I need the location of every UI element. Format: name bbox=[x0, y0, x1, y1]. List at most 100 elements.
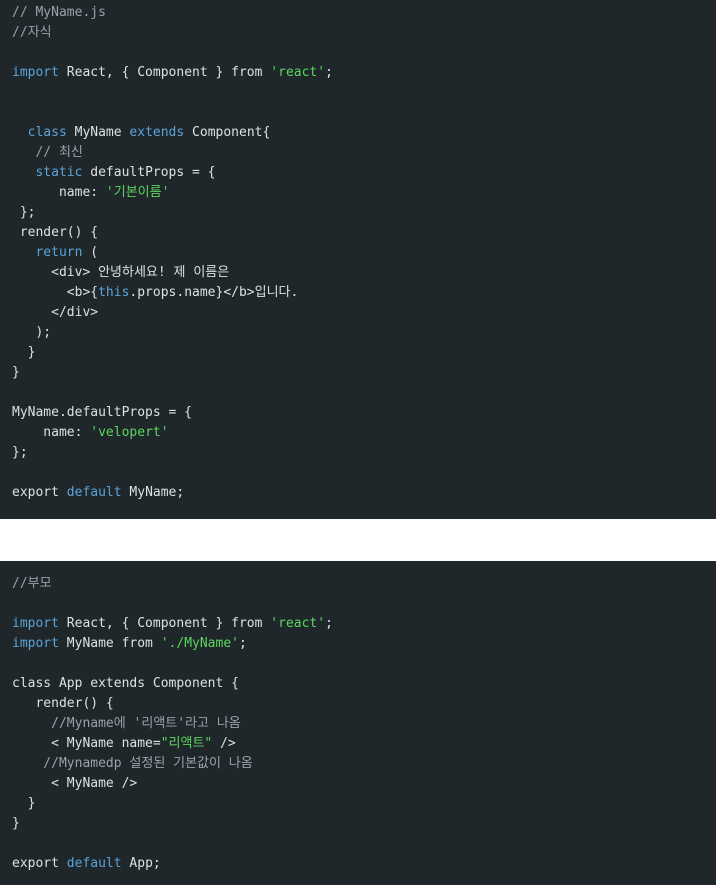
code-line: } bbox=[12, 794, 716, 814]
code-token-plain: class App extends Component { bbox=[12, 676, 239, 691]
code-token-plain: name: bbox=[12, 185, 106, 200]
code-line: //Mynamedp 설정된 기본값이 나옴 bbox=[12, 754, 716, 774]
code-token-plain: ; bbox=[325, 616, 333, 631]
code-line: } bbox=[12, 814, 716, 834]
code-token-comment: // 최신 bbox=[12, 145, 83, 160]
code-line: //부모 bbox=[12, 574, 716, 594]
code-token-comment: //Myname에 '리액트'라고 나옴 bbox=[12, 716, 241, 731]
code-token-plain: } bbox=[12, 796, 36, 811]
code-token-plain: ; bbox=[239, 636, 247, 651]
code-token-string: './MyName' bbox=[160, 636, 239, 651]
code-token-comment: // MyName.js bbox=[12, 5, 106, 20]
child-code-block: // MyName.js //자식 import React, { Componen… bbox=[0, 0, 716, 519]
code-token-plain: MyName from bbox=[58, 636, 161, 651]
code-token-plain: </div> bbox=[12, 305, 99, 320]
code-line: render() { bbox=[12, 694, 716, 714]
code-token-comment: //부모 bbox=[12, 576, 52, 591]
code-line: static defaultProps = { bbox=[12, 163, 716, 183]
code-token-plain: MyName.defaultProps = { bbox=[12, 405, 193, 420]
code-token-plain: } bbox=[12, 365, 20, 380]
code-token-plain: } bbox=[12, 816, 20, 831]
code-token-plain: < MyName name= bbox=[12, 736, 161, 751]
code-line: //Myname에 '리액트'라고 나옴 bbox=[12, 714, 716, 734]
code-token-plain: App; bbox=[121, 856, 161, 871]
code-line: </div> bbox=[12, 303, 716, 323]
code-token-keyword: return bbox=[35, 245, 83, 260]
code-token-plain: React, { Component } from bbox=[58, 65, 271, 80]
code-line: import MyName from './MyName'; bbox=[12, 634, 716, 654]
code-line: < MyName name="리액트" /> bbox=[12, 734, 716, 754]
code-token-comment: //Mynamedp 설정된 기본값이 나옴 bbox=[12, 756, 253, 771]
code-line: ); bbox=[12, 323, 716, 343]
code-token-string: 'react' bbox=[270, 65, 326, 80]
code-line: export default App; bbox=[12, 854, 716, 874]
code-token-plain: MyName bbox=[66, 125, 130, 140]
code-line: class MyName extends Component{ bbox=[12, 123, 716, 143]
code-token-plain: name: bbox=[12, 425, 91, 440]
code-token-keyword: import bbox=[12, 636, 59, 651]
code-line: // MyName.js bbox=[12, 3, 716, 23]
code-token-plain: /> bbox=[212, 736, 236, 751]
code-line: name: '기본이름' bbox=[12, 183, 716, 203]
code-token-keyword: this bbox=[98, 285, 130, 300]
parent-code-block: //부모 import React, { Component } from 're… bbox=[0, 561, 716, 885]
code-line: class App extends Component { bbox=[12, 674, 716, 694]
code-line: return ( bbox=[12, 243, 716, 263]
code-line: import React, { Component } from 'react'… bbox=[12, 614, 716, 634]
code-token-plain: Component{ bbox=[184, 125, 271, 140]
code-token-keyword: static bbox=[35, 165, 83, 180]
code-token-plain: ); bbox=[12, 325, 52, 340]
code-token-plain: <div> 안녕하세요! 제 이름은 bbox=[12, 265, 230, 280]
code-token-plain: React, { Component } from bbox=[58, 616, 271, 631]
code-line: export default MyName; bbox=[12, 483, 716, 503]
code-token-plain: }; bbox=[12, 445, 28, 460]
code-token-string: "리액트" bbox=[160, 736, 213, 751]
code-token-string: 'velopert' bbox=[90, 425, 169, 440]
code-token-plain: MyName; bbox=[121, 485, 185, 500]
code-token-plain: render() { bbox=[12, 225, 99, 240]
code-token-plain: render() { bbox=[12, 696, 114, 711]
code-token-string: 'react' bbox=[270, 616, 326, 631]
code-token-plain: export bbox=[12, 485, 59, 500]
code-token-keyword: extends bbox=[129, 125, 185, 140]
code-token-keyword: class bbox=[27, 125, 67, 140]
code-line: <b>{this.props.name}</b>입니다. bbox=[12, 283, 716, 303]
code-line: < MyName /> bbox=[12, 774, 716, 794]
code-token-keyword: default bbox=[66, 485, 122, 500]
code-token-plain: } bbox=[12, 345, 36, 360]
code-token-string: '기본이름' bbox=[105, 185, 170, 200]
code-token-keyword: import bbox=[12, 616, 59, 631]
code-line: //자식 bbox=[12, 23, 716, 43]
code-line: <div> 안녕하세요! 제 이름은 bbox=[12, 263, 716, 283]
code-token-keyword: import bbox=[12, 65, 59, 80]
code-token-keyword: default bbox=[66, 856, 122, 871]
code-line: import React, { Component } from 'react'… bbox=[12, 63, 716, 83]
code-line: render() { bbox=[12, 223, 716, 243]
code-token-plain: <b>{ bbox=[12, 285, 99, 300]
code-token-plain: .props.name}</b>입니다. bbox=[129, 285, 299, 300]
code-line: // 최신 bbox=[12, 143, 716, 163]
code-token-plain: ; bbox=[325, 65, 333, 80]
code-token-comment: //자식 bbox=[12, 25, 52, 40]
code-line: } bbox=[12, 363, 716, 383]
code-line: MyName.defaultProps = { bbox=[12, 403, 716, 423]
code-token-plain: export bbox=[12, 856, 59, 871]
code-line: }; bbox=[12, 203, 716, 223]
code-line: }; bbox=[12, 443, 716, 463]
code-token-plain: ( bbox=[82, 245, 99, 260]
code-line: } bbox=[12, 343, 716, 363]
code-token-plain: < MyName /> bbox=[12, 776, 138, 791]
